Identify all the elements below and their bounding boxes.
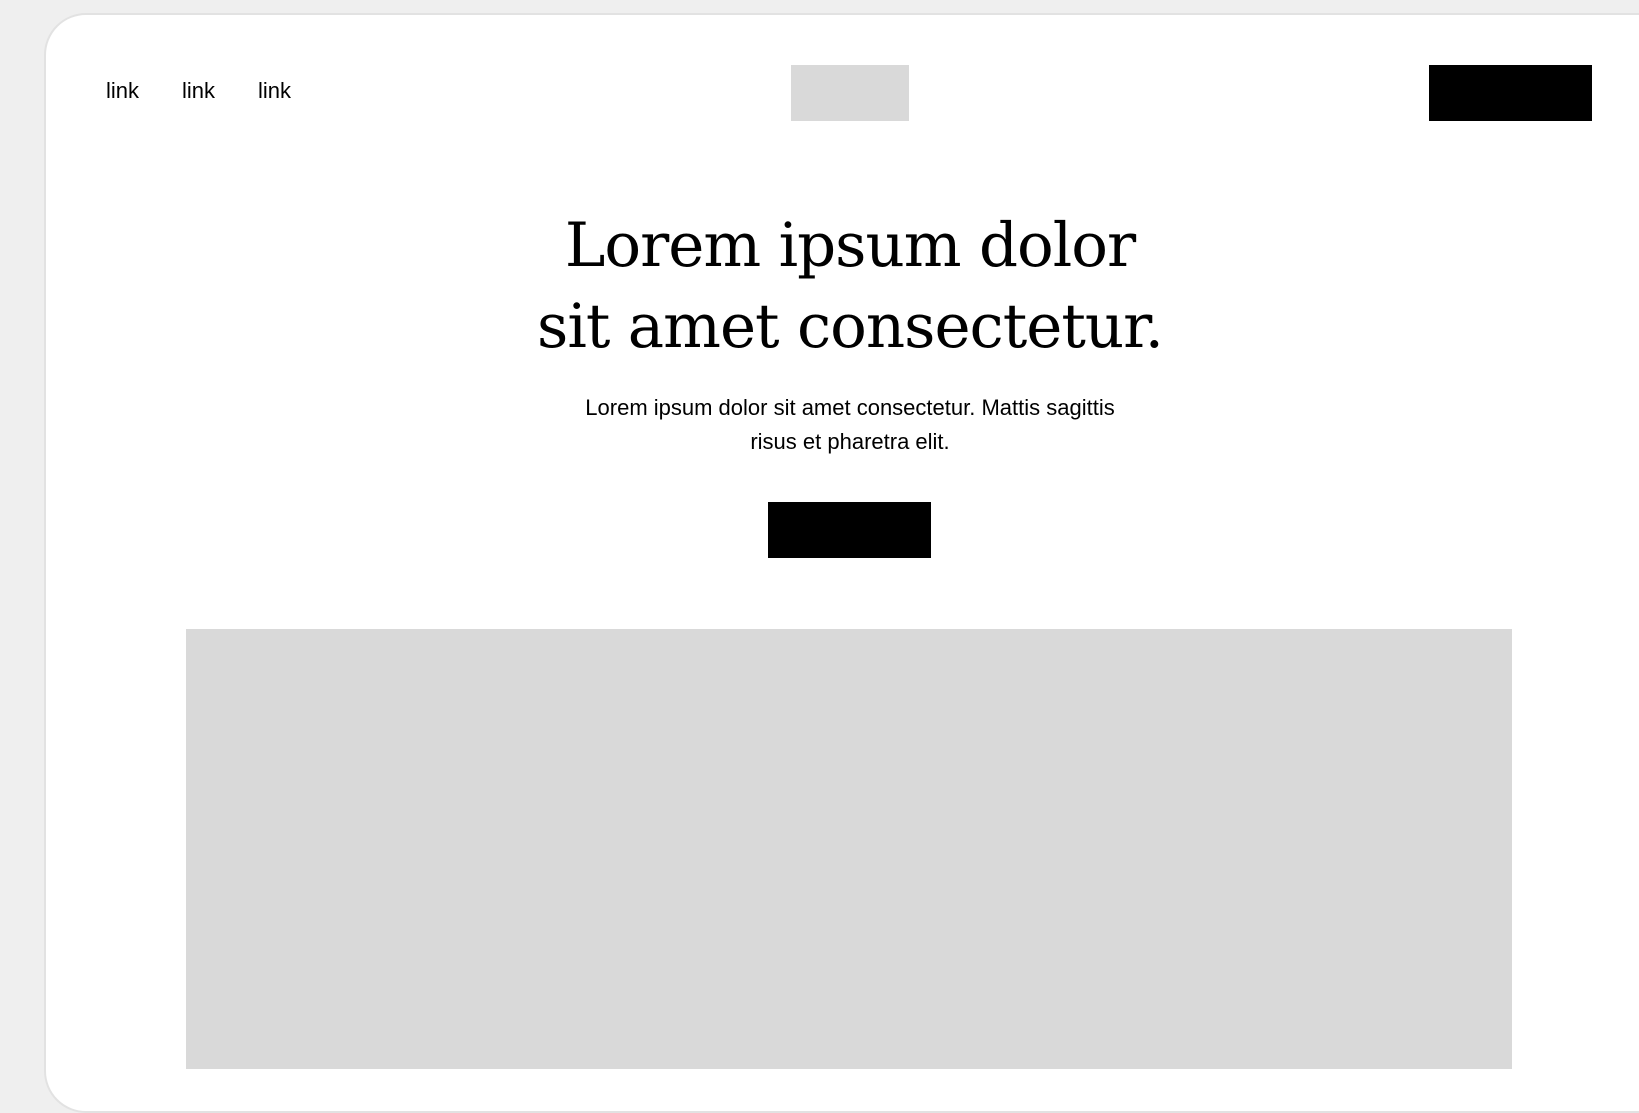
hero-cta-button[interactable] [768,502,931,558]
nav-link-1[interactable]: link [106,76,139,106]
header-cta-button[interactable] [1429,65,1592,121]
hero-subtitle: Lorem ipsum dolor sit amet consectetur. … [585,395,1115,454]
logo-placeholder[interactable] [791,65,909,121]
nav-link-2[interactable]: link [182,76,215,106]
nav-link-3[interactable]: link [258,76,291,106]
hero-title: Lorem ipsum dolor sit amet consectetur. [537,210,1164,362]
main-nav: link link link [106,76,291,106]
hero-image-placeholder [186,629,1512,1069]
